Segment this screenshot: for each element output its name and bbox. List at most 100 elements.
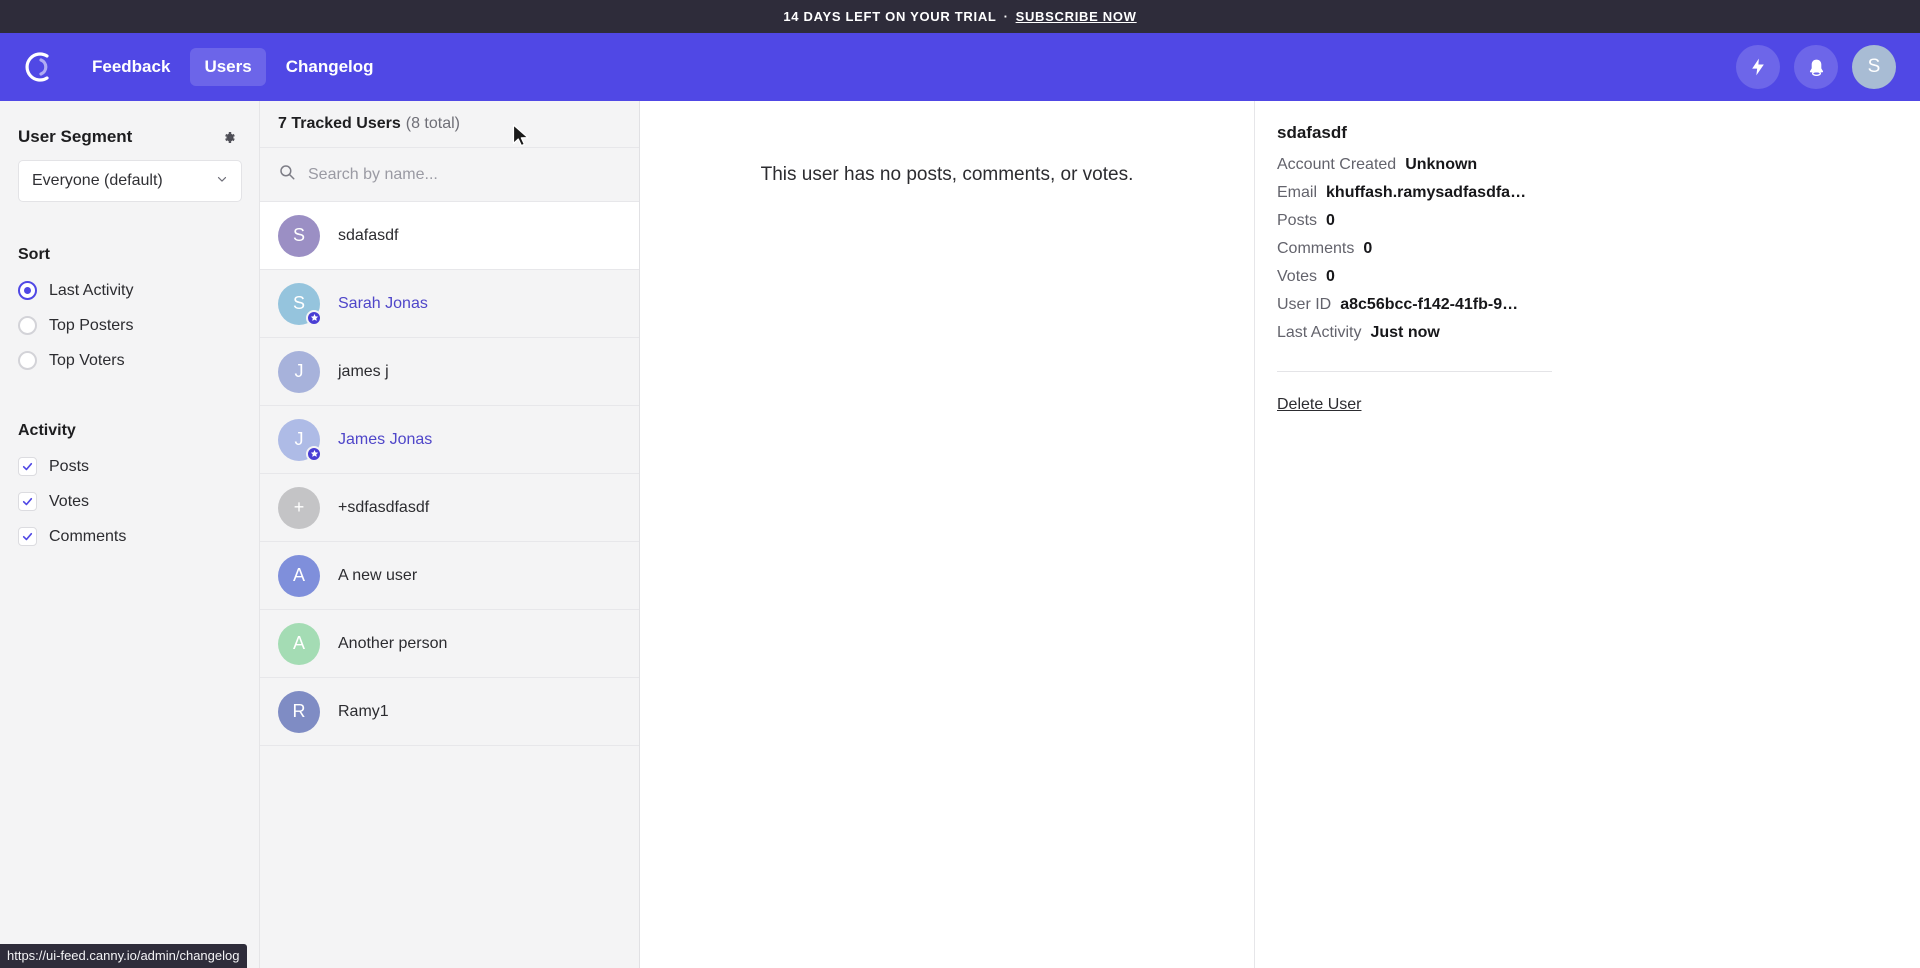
nav-links: Feedback Users Changelog: [78, 48, 388, 86]
avatar: S: [278, 214, 320, 257]
status-bar-url: https://ui-feed.canny.io/admin/changelog: [0, 944, 248, 968]
sort-option-top-posters[interactable]: Top Posters: [18, 308, 239, 343]
sort-option-label: Last Activity: [49, 281, 134, 299]
checkbox-checked-icon: [18, 492, 37, 511]
detail-field-row: Last Activity Just now: [1277, 324, 1894, 342]
bell-icon: [1806, 57, 1827, 78]
avatar-initial: R: [278, 690, 320, 733]
user-name: Another person: [338, 634, 448, 652]
activity-filter-votes[interactable]: Votes: [18, 484, 239, 519]
detail-field-key: Last Activity: [1277, 324, 1362, 341]
nav-right-actions: S: [1736, 45, 1896, 89]
activity-filter-label: Votes: [49, 492, 90, 510]
user-name: sdafasdf: [338, 226, 399, 244]
detail-field-row: Comments 0: [1277, 240, 1894, 258]
avatar: R: [278, 690, 320, 733]
user-name[interactable]: Sarah Jonas: [338, 295, 428, 313]
user-list-item[interactable]: A Another person: [260, 610, 639, 678]
app-root: 14 DAYS LEFT ON YOUR TRIAL · SUBSCRIBE N…: [0, 0, 1920, 968]
checkbox-checked-icon: [18, 457, 37, 476]
detail-field-row: User ID a8c56bcc-f142-41fb-9…: [1277, 296, 1894, 314]
user-segment-title: User Segment: [18, 127, 133, 146]
user-activity-panel: This user has no posts, comments, or vot…: [640, 101, 1255, 968]
sort-option-top-voters[interactable]: Top Voters: [18, 343, 239, 378]
user-list-item[interactable]: + +sdfasdfasdf: [260, 474, 639, 542]
star-badge-icon: [306, 445, 322, 462]
delete-user-link[interactable]: Delete User: [1277, 396, 1361, 414]
detail-field-key: Account Created: [1277, 156, 1397, 173]
canny-logo-icon[interactable]: [0, 47, 64, 87]
user-list-item[interactable]: A A new user: [260, 542, 639, 610]
top-navigation-bar: Feedback Users Changelog S: [0, 33, 1920, 101]
detail-field-row: Posts 0: [1277, 212, 1894, 230]
filters-sidebar: User Segment Everyone (default) Sort Las…: [0, 101, 260, 968]
user-search-bar[interactable]: [260, 148, 639, 202]
radio-icon: [18, 351, 37, 370]
empty-state-message: This user has no posts, comments, or vot…: [760, 164, 1134, 185]
users-list-header: 7 Tracked Users (8 total): [260, 101, 639, 148]
checkbox-checked-icon: [18, 527, 37, 546]
tracked-users-count: 7 Tracked Users: [278, 115, 401, 132]
account-avatar[interactable]: S: [1852, 45, 1896, 89]
detail-field-value: Unknown: [1405, 156, 1478, 173]
total-users-count: (8 total): [405, 115, 460, 132]
avatar: +: [278, 486, 320, 529]
user-list-item[interactable]: Jjames j: [260, 338, 639, 406]
user-name: Ramy1: [338, 702, 389, 720]
user-list-item[interactable]: Ssdafasdf: [260, 202, 639, 270]
user-name[interactable]: James Jonas: [338, 431, 432, 449]
detail-field-value: Just now: [1370, 324, 1440, 341]
detail-field-key: Email: [1277, 184, 1318, 201]
detail-field-key: Votes: [1277, 268, 1318, 285]
detail-user-name: sdafasdf: [1277, 123, 1347, 142]
lightning-bolt-button[interactable]: [1736, 45, 1780, 89]
activity-filter-posts[interactable]: Posts: [18, 449, 239, 484]
avatar-initial: A: [278, 554, 320, 597]
detail-field-key: Posts: [1277, 212, 1318, 229]
gear-icon[interactable]: [222, 129, 239, 146]
detail-field-value: khuffash.ramysadfasdfa…: [1326, 184, 1527, 201]
lightning-bolt-icon: [1748, 57, 1768, 77]
detail-field-value: 0: [1326, 212, 1335, 229]
detail-field-value: 0: [1363, 240, 1373, 257]
nav-link-changelog[interactable]: Changelog: [272, 48, 388, 86]
avatar-initial: J: [278, 350, 320, 393]
sort-option-last-activity[interactable]: Last Activity: [18, 273, 239, 308]
user-list-item[interactable]: R Ramy1: [260, 678, 639, 746]
user-name: A new user: [338, 566, 418, 584]
subscribe-now-link[interactable]: SUBSCRIBE NOW: [1016, 9, 1137, 24]
search-input[interactable]: [308, 165, 621, 184]
avatar: J: [278, 418, 322, 462]
nav-link-users[interactable]: Users: [190, 48, 266, 86]
avatar-initial: A: [278, 622, 320, 665]
radio-icon-selected: [18, 281, 37, 300]
chevron-down-icon: [215, 172, 229, 191]
user-list-item[interactable]: J James Jonas: [260, 406, 639, 474]
user-segment-select[interactable]: Everyone (default): [18, 160, 242, 202]
sort-option-label: Top Voters: [49, 351, 125, 369]
activity-section-title: Activity: [18, 422, 76, 439]
trial-banner: 14 DAYS LEFT ON YOUR TRIAL · SUBSCRIBE N…: [0, 0, 1920, 33]
user-list-item[interactable]: S Sarah Jonas: [260, 270, 639, 338]
notifications-button[interactable]: [1794, 45, 1838, 89]
trial-banner-text: 14 DAYS LEFT ON YOUR TRIAL: [783, 9, 997, 24]
sort-section-title: Sort: [18, 246, 50, 263]
detail-field-value: a8c56bcc-f142-41fb-9…: [1340, 296, 1519, 313]
star-badge-icon: [306, 309, 322, 326]
user-segment-header: User Segment: [18, 127, 239, 147]
user-name: james j: [338, 362, 389, 380]
detail-field-row: Votes 0: [1277, 268, 1894, 286]
detail-divider: [1277, 371, 1552, 372]
users-list: Ssdafasdf S Sarah Jonas Jjames j J James Jona…: [260, 202, 639, 968]
nav-link-feedback[interactable]: Feedback: [78, 48, 184, 86]
user-segment-selected-value: Everyone (default): [32, 172, 163, 189]
detail-fields-list: Account Created Unknown Email khuffash.ramy…: [1277, 156, 1894, 342]
avatar: S: [278, 282, 322, 326]
avatar: A: [278, 622, 320, 665]
user-name: +sdfasdfasdf: [338, 498, 430, 516]
activity-filter-comments[interactable]: Comments: [18, 519, 239, 554]
avatar: A: [278, 554, 320, 597]
detail-field-row: Account Created Unknown: [1277, 156, 1894, 174]
trial-banner-separator: ·: [1003, 9, 1009, 24]
detail-field-key: Comments: [1277, 240, 1355, 257]
